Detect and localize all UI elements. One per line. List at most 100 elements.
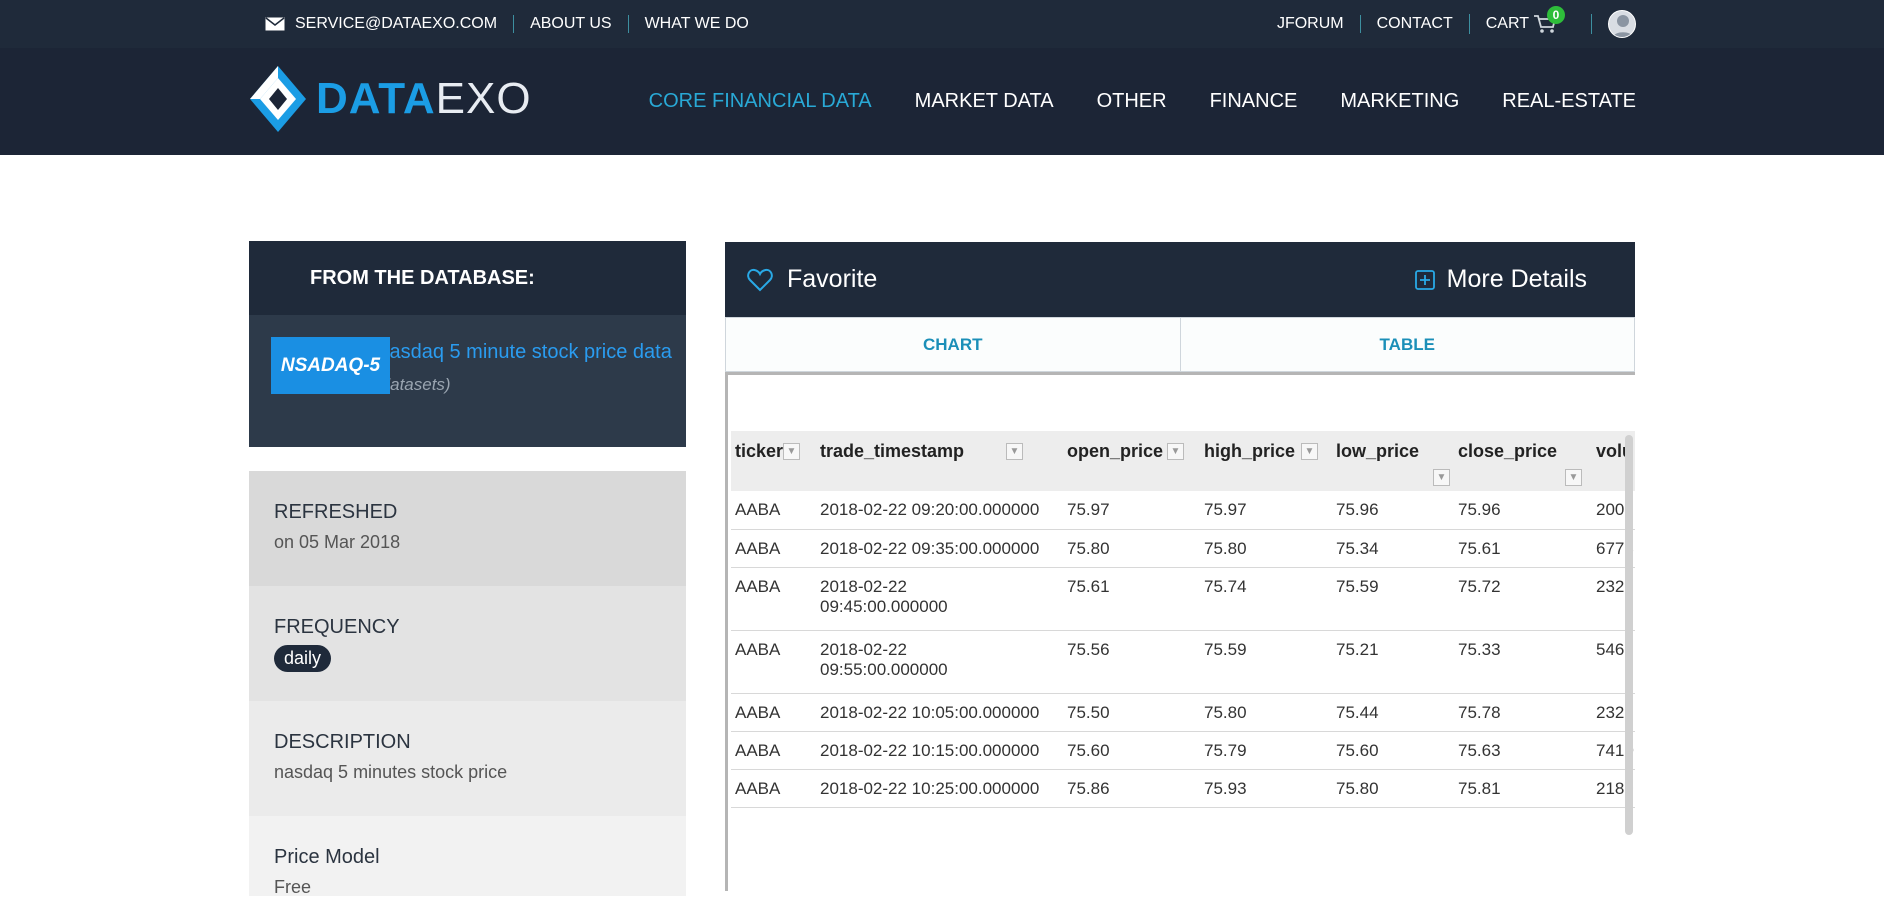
main-nav: CORE FINANCIAL DATA MARKET DATA OTHER FINAN… — [606, 48, 1636, 155]
user-avatar[interactable] — [1608, 10, 1636, 38]
frequency-section: FREQUENCY daily — [249, 586, 686, 701]
table-cell: AABA — [731, 693, 816, 732]
filter-dropdown-icon[interactable]: ▼ — [1565, 469, 1582, 486]
favorite-button[interactable]: Favorite — [747, 242, 877, 317]
email-link[interactable]: SERVICE@DATAEXO.COM — [265, 15, 513, 33]
filter-dropdown-icon[interactable]: ▼ — [1006, 443, 1023, 460]
heart-icon — [747, 268, 773, 291]
table-row[interactable]: AABA 2018-02-22 09:55:00.000000 75.56 75.59 7… — [731, 630, 1635, 694]
table-scrollbar[interactable] — [1625, 435, 1633, 835]
table-viewport: ticker ▼ trade_timestamp ▼ open_price ▼ high_p… — [725, 372, 1635, 891]
table-row[interactable]: AABA 2018-02-22 10:25:00.000000 75.86 75.93… — [731, 769, 1635, 808]
table-cell: 75.72 — [1454, 567, 1592, 631]
table-cell: 75.60 — [1332, 731, 1454, 770]
spacer — [249, 447, 686, 471]
table-row[interactable]: AABA 2018-02-22 09:45:00.000000 75.61 75.74 7… — [731, 567, 1635, 631]
filter-dropdown-icon[interactable]: ▼ — [1433, 469, 1450, 486]
cart-link[interactable]: CART 0 — [1468, 6, 1573, 34]
dataset-sidebar: FROM THE DATABASE: Nasdaq 5 minute stock… — [249, 241, 686, 897]
table-cell: 75.63 — [1454, 731, 1592, 770]
table-row[interactable]: AABA 2018-02-22 09:20:00.000000 75.97 75.97… — [731, 491, 1635, 530]
nav-item[interactable]: MARKETING — [1340, 90, 1459, 113]
table-cell: AABA — [731, 769, 816, 808]
table-cell: 75.96 — [1454, 491, 1592, 530]
database-heading: FROM THE DATABASE: — [249, 241, 686, 315]
table-row[interactable]: AABA 2018-02-22 10:05:00.000000 75.50 75.80… — [731, 693, 1635, 732]
column-header[interactable]: low_price ▼ — [1332, 431, 1454, 491]
logo-wordmark: DATAEXO — [316, 74, 532, 124]
column-header[interactable]: ticker ▼ — [731, 431, 816, 491]
more-details-button[interactable]: More Details — [1414, 242, 1587, 317]
divider — [1591, 14, 1592, 34]
column-header[interactable]: trade_timestamp ▼ — [816, 431, 1063, 491]
top-right-links: JFORUM CONTACT CART 0 — [1277, 0, 1636, 48]
table-cell: 75.44 — [1332, 693, 1454, 732]
cart-count-badge: 0 — [1547, 6, 1565, 24]
frequency-label: FREQUENCY — [274, 616, 400, 638]
top-left-links: SERVICE@DATAEXO.COM ABOUT US WHAT WE DO — [265, 0, 765, 48]
cart-icon: 0 — [1533, 6, 1565, 34]
table-cell: AABA — [731, 529, 816, 568]
email-text: SERVICE@DATAEXO.COM — [295, 15, 498, 32]
description-label: DESCRIPTION — [274, 731, 411, 753]
what-we-do-link[interactable]: WHAT WE DO — [627, 15, 765, 33]
table-cell: AABA — [731, 731, 816, 770]
table-cell: 75.50 — [1063, 693, 1200, 732]
table-cell: 75.59 — [1200, 630, 1332, 694]
nav-item[interactable]: REAL-ESTATE — [1502, 90, 1636, 113]
more-details-label: More Details — [1446, 265, 1587, 293]
table-cell: AABA — [731, 491, 816, 530]
table-cell: 75.78 — [1454, 693, 1592, 732]
nav-item[interactable]: OTHER — [1097, 90, 1167, 113]
nav-item[interactable]: FINANCE — [1210, 90, 1298, 113]
table-cell: 2018-02-22 10:25:00.000000 — [816, 769, 1063, 808]
table-cell: 75.97 — [1063, 491, 1200, 530]
dataexo-logo[interactable]: DATAEXO — [248, 62, 532, 136]
tab-table[interactable]: TABLE — [1179, 318, 1634, 371]
column-header[interactable]: close_price ▼ — [1454, 431, 1592, 491]
description-value: nasdaq 5 minutes stock price — [274, 762, 508, 782]
table-row[interactable]: AABA 2018-02-22 09:35:00.000000 75.80 75.80… — [731, 529, 1635, 568]
database-title-link[interactable]: Nasdaq 5 minute stock price data — [375, 341, 672, 364]
filter-dropdown-icon[interactable]: ▼ — [1301, 443, 1318, 460]
table-body: AABA 2018-02-22 09:20:00.000000 75.97 75.97… — [731, 491, 1635, 808]
column-header-label: trade_timestamp — [820, 441, 965, 461]
top-utility-bar: SERVICE@DATAEXO.COM ABOUT US WHAT WE DO … — [0, 0, 1884, 48]
table-cell: 75.80 — [1200, 693, 1332, 732]
table-cell: 75.34 — [1332, 529, 1454, 568]
view-tabs: CHART TABLE — [725, 317, 1635, 372]
table-cell: 75.33 — [1454, 630, 1592, 694]
timestamp-part: 09:55:00.000000 — [820, 659, 948, 679]
data-table: ticker ▼ trade_timestamp ▼ open_price ▼ high_p… — [731, 431, 1635, 808]
table-cell: 2018-02-22 09:45:00.000000 — [816, 567, 1063, 631]
frequency-badge: daily — [274, 645, 332, 672]
table-cell: 75.61 — [1063, 567, 1200, 631]
price-model-section: Price Model Free — [249, 816, 686, 897]
refreshed-label: REFRESHED — [274, 501, 398, 523]
table-cell: 75.93 — [1200, 769, 1332, 808]
table-cell: 75.60 — [1063, 731, 1200, 770]
nav-item[interactable]: MARKET DATA — [915, 90, 1054, 113]
filter-dropdown-icon[interactable]: ▼ — [1167, 443, 1184, 460]
column-header[interactable]: open_price ▼ — [1063, 431, 1200, 491]
about-us-link[interactable]: ABOUT US — [513, 15, 628, 33]
table-cell: 2018-02-22 09:55:00.000000 — [816, 630, 1063, 694]
column-header[interactable]: high_price ▼ — [1200, 431, 1332, 491]
contact-link[interactable]: CONTACT — [1359, 15, 1469, 33]
table-cell: 2018-02-22 10:05:00.000000 — [816, 693, 1063, 732]
table-cell: AABA — [731, 630, 816, 694]
column-header-label: high_price — [1204, 441, 1296, 461]
table-row[interactable]: AABA 2018-02-22 10:15:00.000000 75.60 75.79… — [731, 731, 1635, 770]
tab-chart[interactable]: CHART — [726, 318, 1180, 371]
table-cell: 2018-02-22 10:15:00.000000 — [816, 731, 1063, 770]
filter-dropdown-icon[interactable]: ▼ — [783, 443, 800, 460]
forum-link[interactable]: JFORUM — [1277, 15, 1360, 33]
plus-square-icon — [1414, 269, 1435, 290]
cart-label: CART — [1485, 15, 1529, 32]
favorite-label: Favorite — [787, 265, 878, 293]
table-cell: 75.56 — [1063, 630, 1200, 694]
nav-item[interactable]: CORE FINANCIAL DATA — [649, 90, 872, 113]
timestamp-part: 2018-02-22 — [820, 576, 907, 596]
table-cell: 75.80 — [1200, 529, 1332, 568]
table-cell: 75.96 — [1332, 491, 1454, 530]
